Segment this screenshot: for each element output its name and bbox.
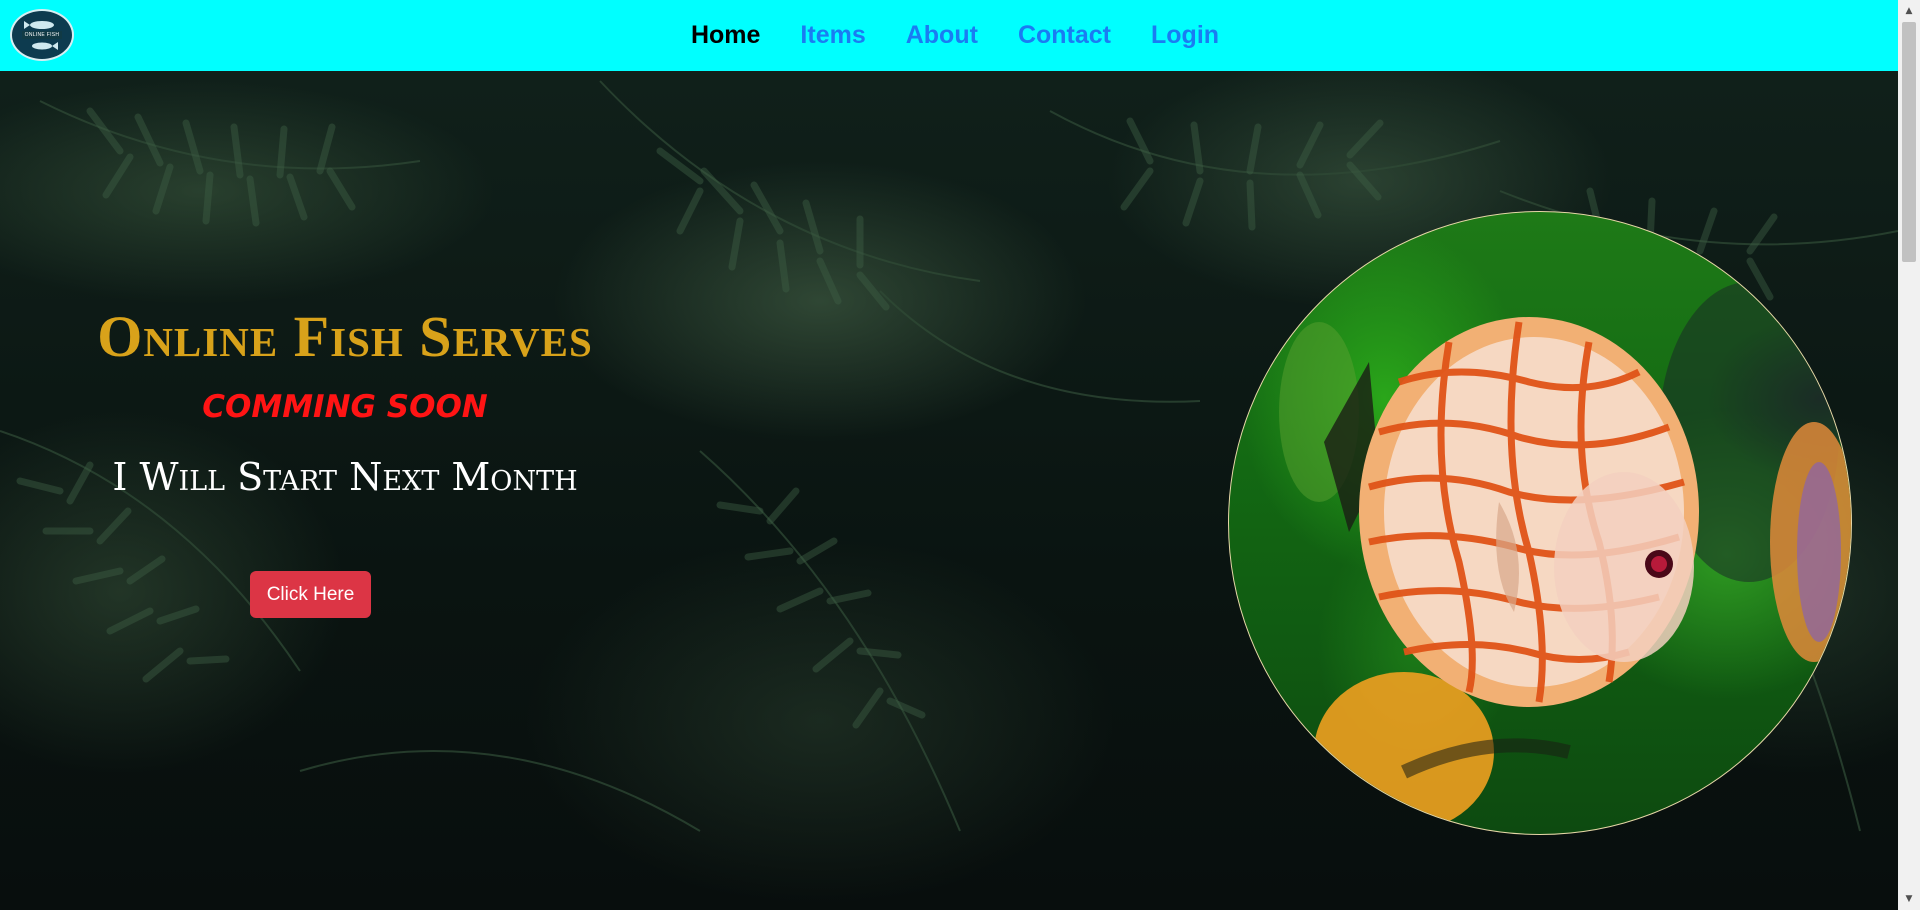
logo[interactable]: ONLINE FISH: [10, 9, 74, 61]
hero-subtitle: COMMING SOON: [202, 389, 488, 425]
discus-fish-icon: [1279, 282, 1851, 832]
scroll-thumb[interactable]: [1902, 22, 1916, 262]
click-here-button[interactable]: Click Here: [250, 571, 371, 618]
nav-contact[interactable]: Contact: [1018, 21, 1111, 50]
nav-login[interactable]: Login: [1151, 21, 1219, 50]
nav-about[interactable]: About: [906, 21, 978, 50]
hero-tagline: I Will Start Next Month: [112, 455, 578, 499]
nav-links: Home Items About Contact Login: [691, 21, 1219, 50]
page-scrollbar[interactable]: ▲ ▼: [1898, 0, 1920, 910]
hero-section: Online Fish Serves COMMING SOON I Will S…: [0, 71, 1898, 910]
chevron-down-icon[interactable]: ▼: [1898, 890, 1920, 908]
fish-image: [1228, 211, 1852, 835]
nav-home[interactable]: Home: [691, 21, 760, 50]
hero-title: Online Fish Serves: [97, 304, 593, 369]
fish-logo-icon: [24, 21, 58, 50]
nav-items[interactable]: Items: [800, 21, 865, 50]
top-navbar: ONLINE FISH Home Items About Contact Log…: [0, 0, 1898, 71]
chevron-up-icon[interactable]: ▲: [1898, 2, 1920, 20]
